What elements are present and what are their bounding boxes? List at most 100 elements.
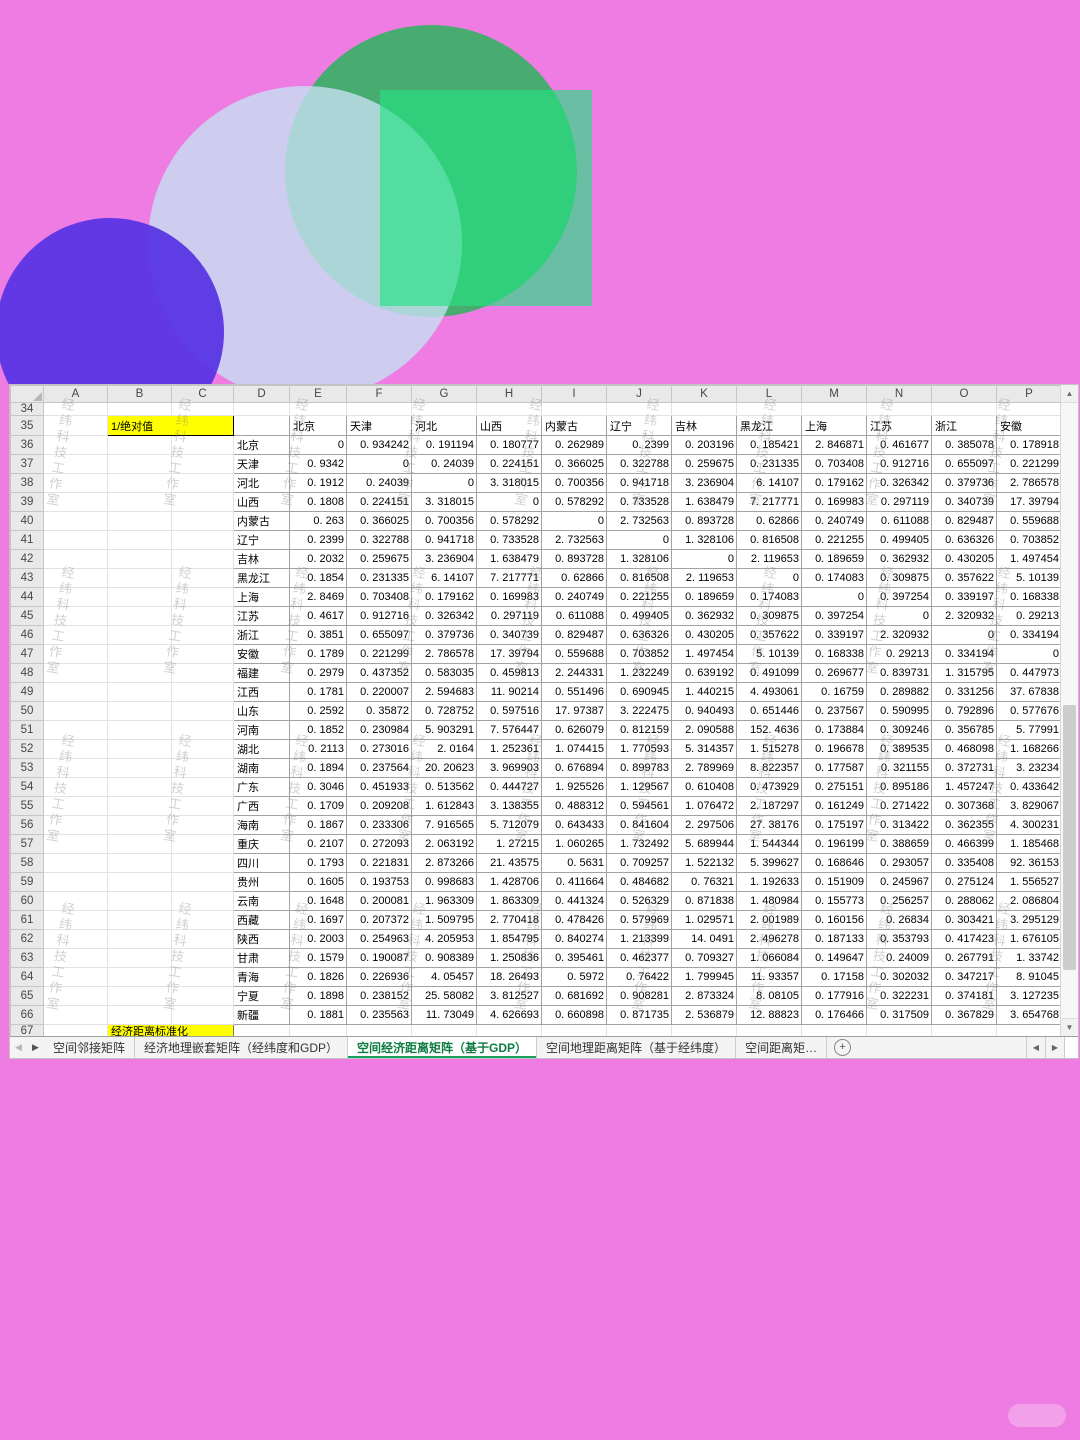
matrix-cell-E59[interactable]: 0. 1605 xyxy=(289,872,347,892)
matrix-cell-J36[interactable]: 0. 2399 xyxy=(606,435,672,455)
cell-C56[interactable] xyxy=(171,815,234,835)
matrix-cell-J53[interactable]: 0. 899783 xyxy=(606,758,672,778)
matrix-cell-P55[interactable]: 3. 829067 xyxy=(996,796,1061,816)
cell-B41[interactable] xyxy=(107,530,172,550)
matrix-cell-O41[interactable]: 0. 636326 xyxy=(931,530,997,550)
matrix-cell-M37[interactable]: 0. 703408 xyxy=(801,454,867,474)
cell-A67[interactable] xyxy=(43,1024,108,1036)
matrix-cell-G61[interactable]: 1. 509795 xyxy=(411,910,477,930)
hscroll-box[interactable] xyxy=(1064,1037,1078,1058)
matrix-cell-I46[interactable]: 0. 829487 xyxy=(541,625,607,645)
cell-G34[interactable] xyxy=(411,402,477,416)
matrix-cell-L63[interactable]: 1. 066084 xyxy=(736,948,802,968)
tabs-scroll-left-icon[interactable]: ◀ xyxy=(10,1037,27,1058)
matrix-cell-N38[interactable]: 0. 326342 xyxy=(866,473,932,493)
matrix-cell-E45[interactable]: 0. 4617 xyxy=(289,606,347,626)
matrix-cell-E46[interactable]: 0. 3851 xyxy=(289,625,347,645)
matrix-cell-M56[interactable]: 0. 175197 xyxy=(801,815,867,835)
matrix-cell-L55[interactable]: 2. 187297 xyxy=(736,796,802,816)
matrix-cell-O65[interactable]: 0. 374181 xyxy=(931,986,997,1006)
row-header-45[interactable]: 45 xyxy=(10,606,44,626)
matrix-col-header-天津[interactable]: 天津 xyxy=(346,415,412,436)
matrix-cell-E63[interactable]: 0. 1579 xyxy=(289,948,347,968)
matrix-cell-F61[interactable]: 0. 207372 xyxy=(346,910,412,930)
matrix-cell-G62[interactable]: 4. 205953 xyxy=(411,929,477,949)
matrix-row-header-陕西[interactable]: 陕西 xyxy=(233,929,290,949)
row-header-53[interactable]: 53 xyxy=(10,758,44,778)
column-header-G[interactable]: G xyxy=(411,385,477,403)
matrix-cell-N42[interactable]: 0. 362932 xyxy=(866,549,932,569)
matrix-cell-L42[interactable]: 2. 119653 xyxy=(736,549,802,569)
cell-B53[interactable] xyxy=(107,758,172,778)
matrix-cell-M64[interactable]: 0. 17158 xyxy=(801,967,867,987)
matrix-cell-K37[interactable]: 0. 259675 xyxy=(671,454,737,474)
matrix-cell-N44[interactable]: 0. 397254 xyxy=(866,587,932,607)
matrix-cell-F43[interactable]: 0. 231335 xyxy=(346,568,412,588)
matrix-cell-M57[interactable]: 0. 196199 xyxy=(801,834,867,854)
matrix-cell-F40[interactable]: 0. 366025 xyxy=(346,511,412,531)
matrix-cell-H40[interactable]: 0. 578292 xyxy=(476,511,542,531)
matrix-cell-J60[interactable]: 0. 526329 xyxy=(606,891,672,911)
cell-K34[interactable] xyxy=(671,402,737,416)
matrix-cell-M62[interactable]: 0. 187133 xyxy=(801,929,867,949)
matrix-cell-K43[interactable]: 2. 119653 xyxy=(671,568,737,588)
matrix-cell-P59[interactable]: 1. 556527 xyxy=(996,872,1061,892)
matrix-cell-K36[interactable]: 0. 203196 xyxy=(671,435,737,455)
matrix-cell-O56[interactable]: 0. 362355 xyxy=(931,815,997,835)
cell-B64[interactable] xyxy=(107,967,172,987)
cell-C41[interactable] xyxy=(171,530,234,550)
matrix-cell-G41[interactable]: 0. 941718 xyxy=(411,530,477,550)
cell-B61[interactable] xyxy=(107,910,172,930)
matrix-cell-O64[interactable]: 0. 347217 xyxy=(931,967,997,987)
matrix-cell-P42[interactable]: 1. 497454 xyxy=(996,549,1061,569)
row-header-55[interactable]: 55 xyxy=(10,796,44,816)
row-header-36[interactable]: 36 xyxy=(10,435,44,455)
matrix-cell-H48[interactable]: 0. 459813 xyxy=(476,663,542,683)
matrix-cell-K59[interactable]: 0. 76321 xyxy=(671,872,737,892)
matrix-cell-I51[interactable]: 0. 626079 xyxy=(541,720,607,740)
matrix-row-header-广西[interactable]: 广西 xyxy=(233,796,290,816)
row-header-61[interactable]: 61 xyxy=(10,910,44,930)
cell-A65[interactable] xyxy=(43,986,108,1006)
cell-C55[interactable] xyxy=(171,796,234,816)
matrix-cell-J59[interactable]: 0. 484682 xyxy=(606,872,672,892)
matrix-cell-K46[interactable]: 0. 430205 xyxy=(671,625,737,645)
row-header-63[interactable]: 63 xyxy=(10,948,44,968)
matrix-cell-O47[interactable]: 0. 334194 xyxy=(931,644,997,664)
cell-B55[interactable] xyxy=(107,796,172,816)
matrix-cell-G38[interactable]: 0 xyxy=(411,473,477,493)
matrix-cell-N61[interactable]: 0. 26834 xyxy=(866,910,932,930)
row-header-37[interactable]: 37 xyxy=(10,454,44,474)
matrix-cell-M54[interactable]: 0. 275151 xyxy=(801,777,867,797)
cell-C44[interactable] xyxy=(171,587,234,607)
matrix-cell-O51[interactable]: 0. 356785 xyxy=(931,720,997,740)
row-header-57[interactable]: 57 xyxy=(10,834,44,854)
matrix-cell-G39[interactable]: 3. 318015 xyxy=(411,492,477,512)
row-header-39[interactable]: 39 xyxy=(10,492,44,512)
cell-C54[interactable] xyxy=(171,777,234,797)
matrix-cell-P65[interactable]: 3. 127235 xyxy=(996,986,1061,1006)
matrix-cell-N53[interactable]: 0. 321155 xyxy=(866,758,932,778)
matrix-cell-E57[interactable]: 0. 2107 xyxy=(289,834,347,854)
matrix-cell-K38[interactable]: 3. 236904 xyxy=(671,473,737,493)
matrix-cell-K49[interactable]: 1. 440215 xyxy=(671,682,737,702)
cell-B46[interactable] xyxy=(107,625,172,645)
cell-A66[interactable] xyxy=(43,1005,108,1025)
matrix-row-header-西藏[interactable]: 西藏 xyxy=(233,910,290,930)
matrix-cell-L56[interactable]: 27. 38176 xyxy=(736,815,802,835)
matrix-cell-I64[interactable]: 0. 5972 xyxy=(541,967,607,987)
matrix-cell-O48[interactable]: 1. 315795 xyxy=(931,663,997,683)
matrix-cell-G58[interactable]: 2. 873266 xyxy=(411,853,477,873)
matrix-cell-N43[interactable]: 0. 309875 xyxy=(866,568,932,588)
matrix-cell-P48[interactable]: 0. 447973 xyxy=(996,663,1061,683)
hscroll-right-button[interactable]: ▶ xyxy=(1045,1037,1064,1058)
matrix-cell-F38[interactable]: 0. 24039 xyxy=(346,473,412,493)
matrix-cell-J38[interactable]: 0. 941718 xyxy=(606,473,672,493)
cell-B37[interactable] xyxy=(107,454,172,474)
matrix-cell-K66[interactable]: 2. 536879 xyxy=(671,1005,737,1025)
matrix-cell-I48[interactable]: 2. 244331 xyxy=(541,663,607,683)
matrix-cell-K54[interactable]: 0. 610408 xyxy=(671,777,737,797)
matrix-row-header-甘肃[interactable]: 甘肃 xyxy=(233,948,290,968)
matrix-cell-N36[interactable]: 0. 461677 xyxy=(866,435,932,455)
matrix-cell-E52[interactable]: 0. 2113 xyxy=(289,739,347,759)
